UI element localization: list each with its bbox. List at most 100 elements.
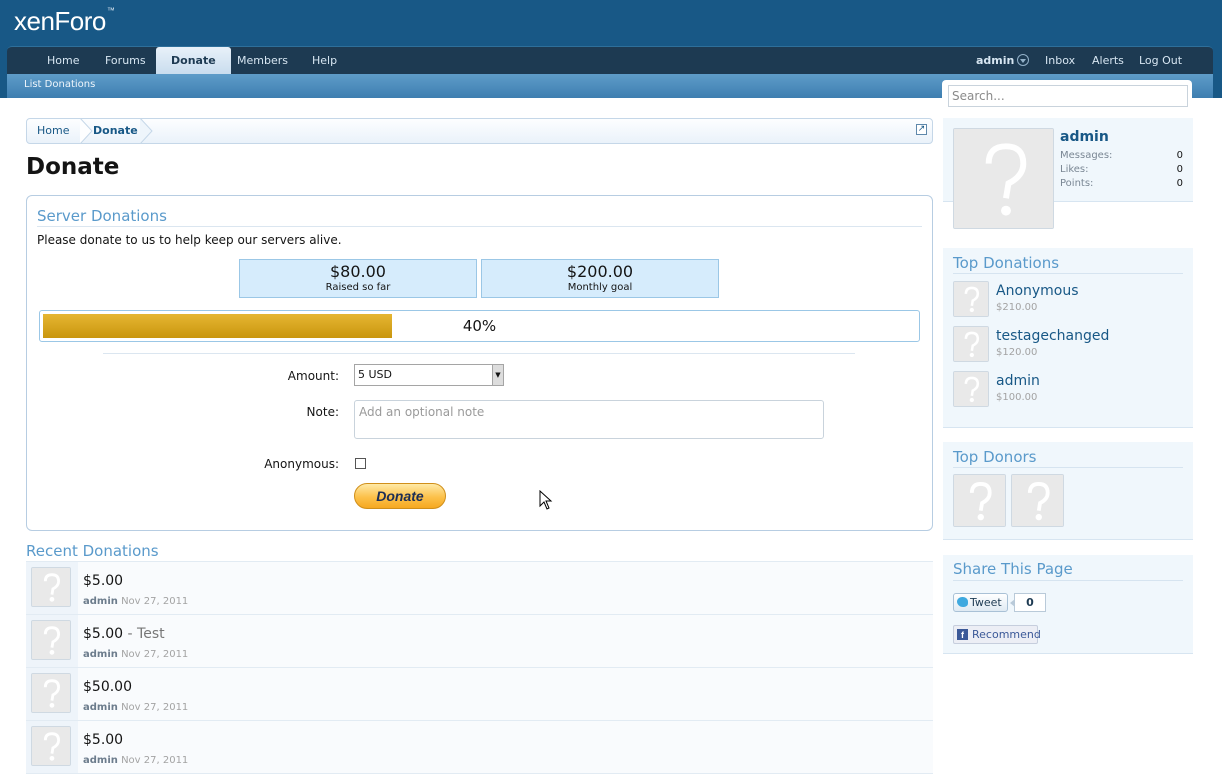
donation-amount: $100.00 [996,392,1038,403]
donation-amount: $50.00 [83,679,132,695]
donation-amount: $5.00 [83,732,123,748]
default-avatar-icon [954,327,988,361]
donation-meta: admin Nov 27, 2011 [83,702,188,713]
stat-value: 0 [1176,164,1183,175]
tweet-button[interactable]: Tweet [953,593,1008,612]
facebook-icon: f [957,629,968,640]
donation-amount: $5.00 - Test [83,626,165,642]
donor-name[interactable]: admin [83,755,118,766]
site-logo[interactable]: xenForo™ [14,6,115,37]
logout-link[interactable]: Log Out [1139,47,1182,74]
donation-date: Nov 27, 2011 [121,702,189,713]
stat-label: Messages: [1060,150,1113,161]
avatar[interactable] [953,371,989,407]
user-menu-name: admin [976,54,1015,67]
divider [953,467,1183,468]
visitor-avatar[interactable] [953,128,1054,229]
donation-row: $5.00 - Test admin Nov 27, 2011 [26,615,933,668]
avatar-cell [26,615,78,667]
donation-panel-title: Server Donations [37,207,167,225]
user-menu[interactable]: admin [976,47,1030,74]
default-avatar-icon [32,621,70,659]
chevron-down-icon [1017,54,1030,66]
divider [953,580,1183,581]
default-avatar-icon [32,727,70,765]
donor-name[interactable]: admin [83,702,118,713]
donor-name[interactable]: admin [83,649,118,660]
logo-text: xenForo [14,6,106,36]
default-avatar-icon [954,372,988,406]
breadcrumb-arrow-icon [139,118,153,144]
donation-row: $5.00 admin Nov 27, 2011 [26,562,933,615]
breadcrumb: Home Donate ↗ [26,118,933,144]
tab-forums[interactable]: Forums [105,47,146,74]
donation-date: Nov 27, 2011 [121,596,189,607]
facebook-recommend-button[interactable]: f Recommend [953,625,1041,644]
list-donations-link[interactable]: List Donations [24,79,95,90]
default-avatar-icon [1012,475,1063,526]
divider [37,226,922,227]
donation-date: Nov 27, 2011 [121,755,189,766]
amount-text: $5.00 [83,573,124,589]
breadcrumb-donate[interactable]: Donate [93,119,138,143]
tab-home[interactable]: Home [47,47,79,74]
stat-value: 0 [1176,178,1183,189]
top-donors-panel: Top Donors [943,442,1193,540]
donor-name[interactable]: admin [996,373,1040,389]
amount-selected-value: 5 USD [358,368,392,381]
visitor-panel: admin Messages: 0 Likes: 0 Points: 0 [943,118,1193,229]
donation-meta: admin Nov 27, 2011 [83,649,188,660]
avatar[interactable] [31,726,71,766]
visitor-name[interactable]: admin [1060,129,1109,145]
inbox-link[interactable]: Inbox [1045,47,1075,74]
progress-text: 40% [462,317,497,335]
visitor-stat-messages: Messages: 0 [1060,150,1183,161]
note-input[interactable] [354,400,824,439]
anonymous-label: Anonymous: [264,457,339,471]
amount-text: $5.00 [83,732,124,748]
donation-amount: $120.00 [996,347,1038,358]
donor-name[interactable]: testagechanged [996,328,1109,344]
donation-amount: $5.00 [83,573,123,589]
donor-name[interactable]: Anonymous [996,283,1079,299]
tab-donate[interactable]: Donate [156,47,231,75]
amount-select[interactable]: 5 USD ▼ [354,364,504,386]
avatar[interactable] [953,326,989,362]
breadcrumb-home[interactable]: Home [27,119,81,143]
amount-label: Amount: [287,369,339,383]
avatar-cell [26,668,78,720]
donate-button[interactable]: Donate [354,483,446,509]
share-panel: Share This Page Tweet 0 f Recommend [943,555,1193,654]
anonymous-checkbox[interactable] [355,458,366,469]
tab-help[interactable]: Help [312,47,337,74]
mouse-cursor-icon [539,490,553,510]
avatar[interactable] [953,281,989,317]
alerts-link[interactable]: Alerts [1092,47,1124,74]
avatar[interactable] [31,620,71,660]
default-avatar-icon [954,475,1005,526]
tab-members[interactable]: Members [237,47,288,74]
goal-value: $200.00 [566,262,634,281]
avatar-cell [26,721,78,773]
search-input[interactable] [948,85,1188,107]
top-donation-item: admin $100.00 [953,371,1183,411]
breadcrumb-arrow-icon [79,118,93,144]
donation-description: Please donate to us to help keep our ser… [37,233,342,247]
top-donor-avatar[interactable] [953,474,1006,527]
raised-label: Raised so far [325,282,391,293]
amount-text: $5.00 [83,626,124,642]
avatar[interactable] [31,567,71,607]
jump-menu-icon[interactable]: ↗ [916,124,927,135]
stat-label: Likes: [1060,164,1089,175]
main-navigation: Home Forums Donate Members Help admin In… [7,46,1213,75]
recommend-label: Recommend [972,628,1041,641]
logo-trademark: ™ [106,6,115,15]
top-donor-avatar[interactable] [1011,474,1064,527]
note-label: Note: [306,405,339,419]
top-donation-item: testagechanged $120.00 [953,326,1183,366]
goal-stat: $200.00 Monthly goal [481,259,719,298]
avatar[interactable] [31,673,71,713]
donation-note: - Test [127,626,165,642]
top-donors-title: Top Donors [953,448,1037,466]
donor-name[interactable]: admin [83,596,118,607]
